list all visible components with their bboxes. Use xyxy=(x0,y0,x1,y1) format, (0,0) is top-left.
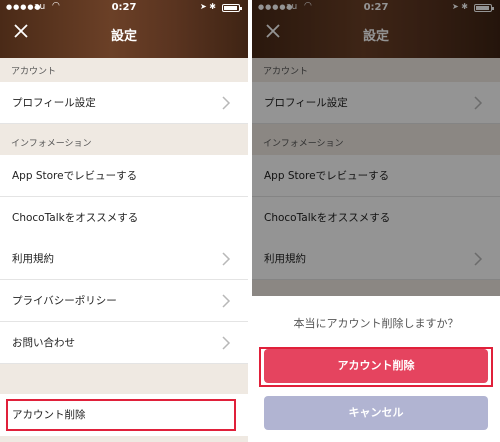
row-label: プロフィール設定 xyxy=(12,97,96,109)
page-title: 設定 xyxy=(110,29,137,44)
settings-screen: ●●●●● au ◠ 0:27 ➤ ✱ 設定 アカウント プロフィール設定 イン… xyxy=(0,0,248,442)
section-header-information: インフォメーション xyxy=(0,130,248,156)
row-label: お問い合わせ xyxy=(12,337,75,349)
chevron-right-icon xyxy=(222,96,231,110)
location-bluetooth-icons: ➤ ✱ xyxy=(200,2,216,11)
row-label: 利用規約 xyxy=(12,253,54,265)
row-contact[interactable]: お問い合わせ xyxy=(0,322,248,364)
cancel-button[interactable]: キャンセル xyxy=(264,396,488,430)
row-label: ChocoTalkをオススメする xyxy=(12,212,139,224)
battery-icon xyxy=(222,4,242,12)
row-label: App Storeでレビューする xyxy=(12,170,138,182)
chevron-right-icon xyxy=(222,336,231,350)
row-profile-settings[interactable]: プロフィール設定 xyxy=(0,82,248,124)
settings-screen-with-dialog: ●●●●● au ◠ 0:27 ➤ ✱ 設定 アカウント プロフィール設定 イン… xyxy=(252,0,500,442)
section-header-account: アカウント xyxy=(0,58,248,84)
row-app-store-review[interactable]: App Storeでレビューする xyxy=(0,155,248,197)
row-delete-account[interactable]: アカウント削除 xyxy=(0,394,248,436)
row-terms[interactable]: 利用規約 xyxy=(0,238,248,280)
row-label: プライバシーポリシー xyxy=(12,295,117,307)
nav-bar: ●●●●● au ◠ 0:27 ➤ ✱ 設定 xyxy=(0,0,248,58)
confirm-delete-sheet: 本当にアカウント削除しますか？ アカウント削除 キャンセル xyxy=(252,296,500,442)
status-bar: ●●●●● au ◠ 0:27 ➤ ✱ xyxy=(0,0,248,16)
row-recommend-chocotalk[interactable]: ChocoTalkをオススメする xyxy=(0,197,248,239)
row-label: アカウント削除 xyxy=(12,409,86,421)
row-privacy-policy[interactable]: プライバシーポリシー xyxy=(0,280,248,322)
dialog-prompt: 本当にアカウント削除しますか？ xyxy=(293,317,459,330)
confirm-delete-button[interactable]: アカウント削除 xyxy=(264,349,488,383)
chevron-right-icon xyxy=(222,252,231,266)
chevron-right-icon xyxy=(222,294,231,308)
